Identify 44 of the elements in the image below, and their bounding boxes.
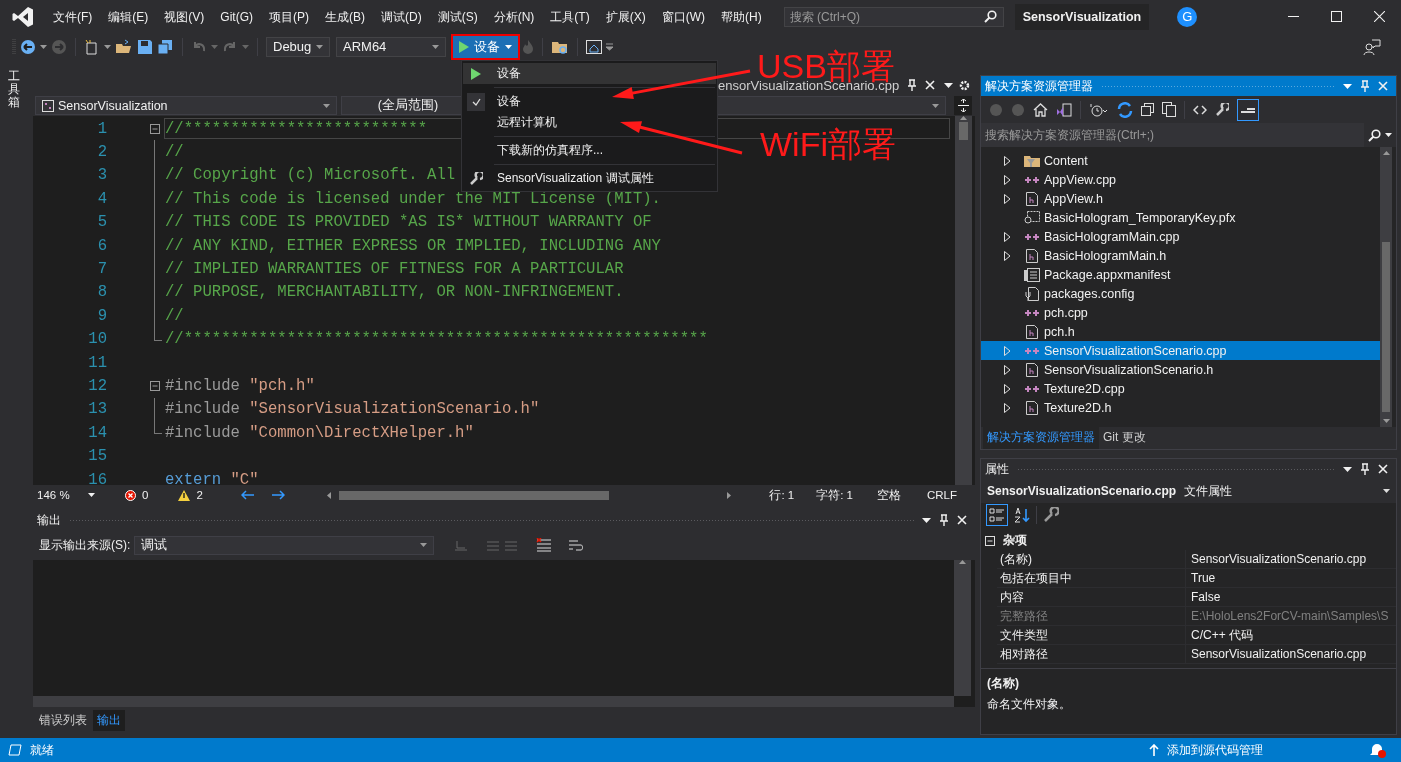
code-line: // — [165, 306, 184, 325]
code-line: // This code is licensed under the MIT License (MIT). — [165, 189, 661, 208]
line-number: 5 — [96, 213, 107, 232]
line-number: 2 — [96, 143, 107, 162]
line-number: 11 — [87, 353, 107, 372]
solution-name: SensorVisualization — [1014, 3, 1150, 30]
line-number: 12 — [87, 377, 107, 395]
code-line: #include "pch.h" — [165, 377, 315, 395]
line-number: 4 — [96, 189, 107, 208]
code-line: // IMPLIED WARRANTIES OF FITNESS FOR A PARTICULAR — [165, 260, 624, 279]
character-indicator: 字符: 1 — [816, 487, 853, 503]
line-number: 9 — [96, 306, 107, 325]
code-line: //******************************************************** — [165, 330, 708, 349]
line-number: 7 — [96, 260, 107, 279]
code-line: // ANY KIND, EITHER EXPRESS OR IMPLIED, INCLUDING ANY — [165, 236, 661, 255]
panel-title: 属性 — [985, 460, 1009, 478]
description-title: (名称) — [987, 675, 1020, 692]
output-source-label: 显示输出来源(S): — [39, 536, 131, 554]
line-number: 16 — [87, 470, 107, 485]
code-line: #include "Common\DirectXHelper.h" — [165, 423, 474, 442]
line-number: 13 — [87, 400, 107, 419]
line-number: 1 — [96, 119, 107, 138]
code-line: // THIS CODE IS PROVIDED *AS IS* WITHOUT WARRANTY OF — [165, 213, 652, 232]
code-line: extern "C" — [165, 470, 259, 485]
code-line: //************************** — [165, 119, 428, 138]
code-line: #include "SensorVisualizationScenario.h" — [165, 400, 540, 419]
line-number: 15 — [87, 447, 107, 466]
annotation-label: WiFi部署 — [760, 124, 896, 164]
code-line: // PURPOSE, MERCHANTABILITY, OR NON-INFRINGEMENT. — [165, 283, 624, 302]
line-number: 3 — [96, 166, 107, 185]
status-text: 就绪 — [30, 741, 54, 759]
description-text: 命名文件对象。 — [987, 696, 1072, 713]
line-indicator: 行: 1 — [769, 487, 795, 503]
panel-title: 解决方案资源管理器 — [985, 77, 1093, 95]
code-line: // Copyright (c) Microsoft. All — [165, 166, 456, 185]
panel-title: 输出 — [37, 511, 61, 529]
warning-count: 2 — [196, 489, 203, 501]
error-count: 0 — [142, 489, 149, 501]
category-label: 杂项 — [1003, 532, 1027, 549]
code-line: // — [165, 143, 184, 162]
line-number: 8 — [96, 283, 107, 302]
line-number: 6 — [96, 236, 107, 255]
line-number: 10 — [87, 330, 107, 349]
line-number: 14 — [87, 423, 107, 442]
